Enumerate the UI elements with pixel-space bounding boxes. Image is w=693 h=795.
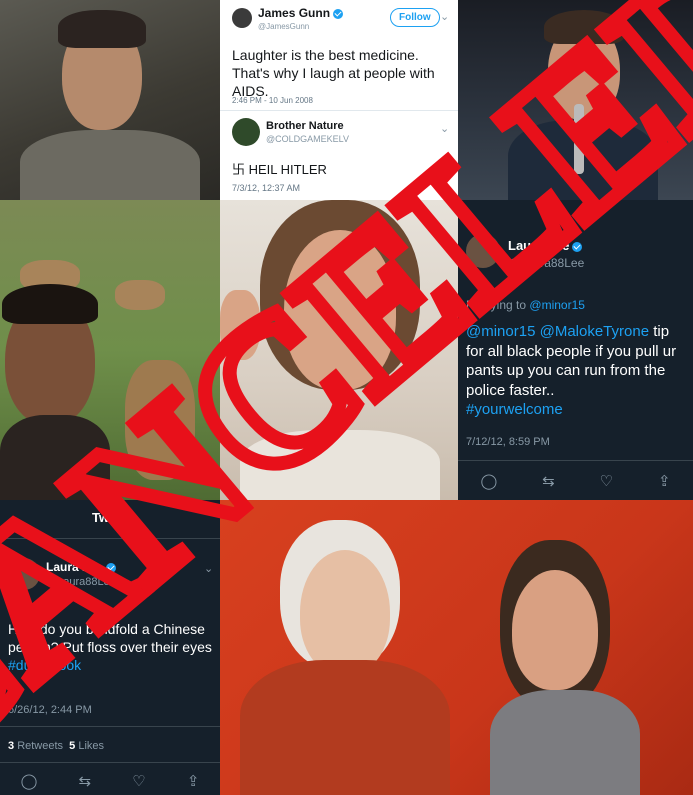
tweet-author-handle[interactable]: @COLDGAMEKELV [266, 134, 349, 144]
like-icon[interactable]: ♡ [600, 472, 613, 490]
face-shape [284, 230, 396, 390]
divider [0, 726, 220, 727]
tweet-actions: ◯ ⇆ ♡ ⇪ [0, 772, 220, 790]
hashtag-link[interactable]: #yourwelcome [466, 401, 563, 418]
tweet-author-name[interactable]: James Gunn [258, 6, 344, 20]
tweet-author-handle[interactable]: @Laura88Lee [508, 256, 584, 270]
avatar[interactable] [232, 118, 260, 146]
chevron-down-icon[interactable]: ⌄ [204, 562, 213, 575]
photo-man-grey-sweater [0, 0, 220, 200]
like-icon[interactable]: ♡ [132, 772, 145, 790]
divider [0, 538, 220, 539]
photo-woman-crying [220, 200, 458, 500]
tweet-card-james-gunn: James Gunn @JamesGunn Follow ⌄ Laughter … [220, 0, 458, 200]
tweet-timestamp[interactable]: 2:46 PM - 10 Jun 2008 [232, 96, 313, 105]
hair-shape [544, 10, 624, 44]
hashtag-link[interactable]: #dumbgook [8, 657, 81, 673]
tweet-author-name[interactable]: Laura Lee [508, 238, 583, 253]
tweet-actions: ◯ ⇆ ♡ ⇪ [458, 472, 693, 490]
tweet-author-handle[interactable]: @Laura88Lee [46, 576, 116, 588]
photo-man-microphone [458, 0, 693, 200]
deer-shape [125, 360, 195, 480]
verified-icon [105, 562, 116, 573]
divider [0, 762, 220, 763]
face-shape [512, 570, 598, 690]
tweet-timestamp[interactable]: 7/3/12, 12:37 AM [232, 183, 300, 193]
engagement-stats: 3 Retweets 5 Likes [8, 740, 105, 752]
tweet-text: 卐 HEIL HITLER [232, 162, 327, 177]
tweet-timestamp[interactable]: 6/26/12, 2:44 PM [8, 704, 92, 716]
tweet-author-name[interactable]: Laura Lee [46, 560, 116, 574]
avatar[interactable] [466, 234, 500, 268]
reply-icon[interactable]: ◯ [21, 772, 38, 790]
tweet-timestamp[interactable]: 7/12/12, 8:59 PM [466, 436, 550, 448]
shirt-shape [240, 430, 440, 500]
tweet-header-title: Tweet [92, 510, 128, 525]
share-icon[interactable]: ⇪ [187, 772, 200, 790]
avatar[interactable] [232, 8, 252, 28]
tweet-author-name[interactable]: Brother Nature [266, 120, 344, 132]
tweet-text: Laughter is the best medicine. That's wh… [232, 47, 435, 100]
retweet-icon[interactable]: ⇆ [542, 472, 555, 490]
verified-icon [572, 241, 583, 252]
shirt-shape [0, 415, 110, 500]
tank-top-shape [490, 690, 640, 795]
divider [220, 110, 458, 111]
microphone-shape [574, 104, 584, 174]
hair-shape [58, 10, 146, 48]
photo-two-people-orange-background [220, 500, 693, 795]
tweet-card-laura-lee-reply: Laura Lee @Laura88Lee Replying to @minor… [458, 200, 693, 500]
mention-link[interactable]: @minor15 [466, 323, 535, 340]
hair-shape [2, 284, 98, 324]
hand-shape [220, 290, 260, 360]
reply-icon[interactable]: ◯ [480, 472, 497, 490]
chevron-down-icon[interactable]: ⌄ [440, 122, 449, 135]
tweet-text: How do you blindfold a Chinese person? P… [8, 621, 212, 674]
mention-link[interactable]: @MalokeTyrone [540, 323, 649, 340]
verified-icon [333, 8, 344, 19]
tweet-text: @minor15 @MalokeTyrone tip for all black… [466, 323, 677, 418]
likes-count[interactable]: 5 [69, 740, 75, 752]
face-shape [300, 550, 390, 675]
chevron-down-icon[interactable]: ⌄ [440, 10, 449, 23]
photo-man-with-deer [0, 200, 220, 500]
retweet-icon[interactable]: ⇆ [79, 772, 92, 790]
sweater-shape [20, 130, 200, 200]
deer-shape [115, 280, 165, 310]
share-icon[interactable]: ⇪ [658, 472, 671, 490]
divider [458, 460, 693, 461]
tweet-author-handle[interactable]: @JamesGunn [258, 22, 309, 31]
follow-button[interactable]: Follow [390, 8, 440, 27]
reply-to-link[interactable]: @minor15 [529, 298, 585, 312]
tweet-card-laura-lee-detail: Tweet Laura Lee @Laura88Lee ⌄ How do you… [0, 500, 220, 795]
avatar[interactable] [8, 558, 40, 590]
retweets-count[interactable]: 3 [8, 740, 14, 752]
reply-context: Replying to @minor15 [466, 298, 585, 312]
shirt-shape [240, 660, 450, 795]
